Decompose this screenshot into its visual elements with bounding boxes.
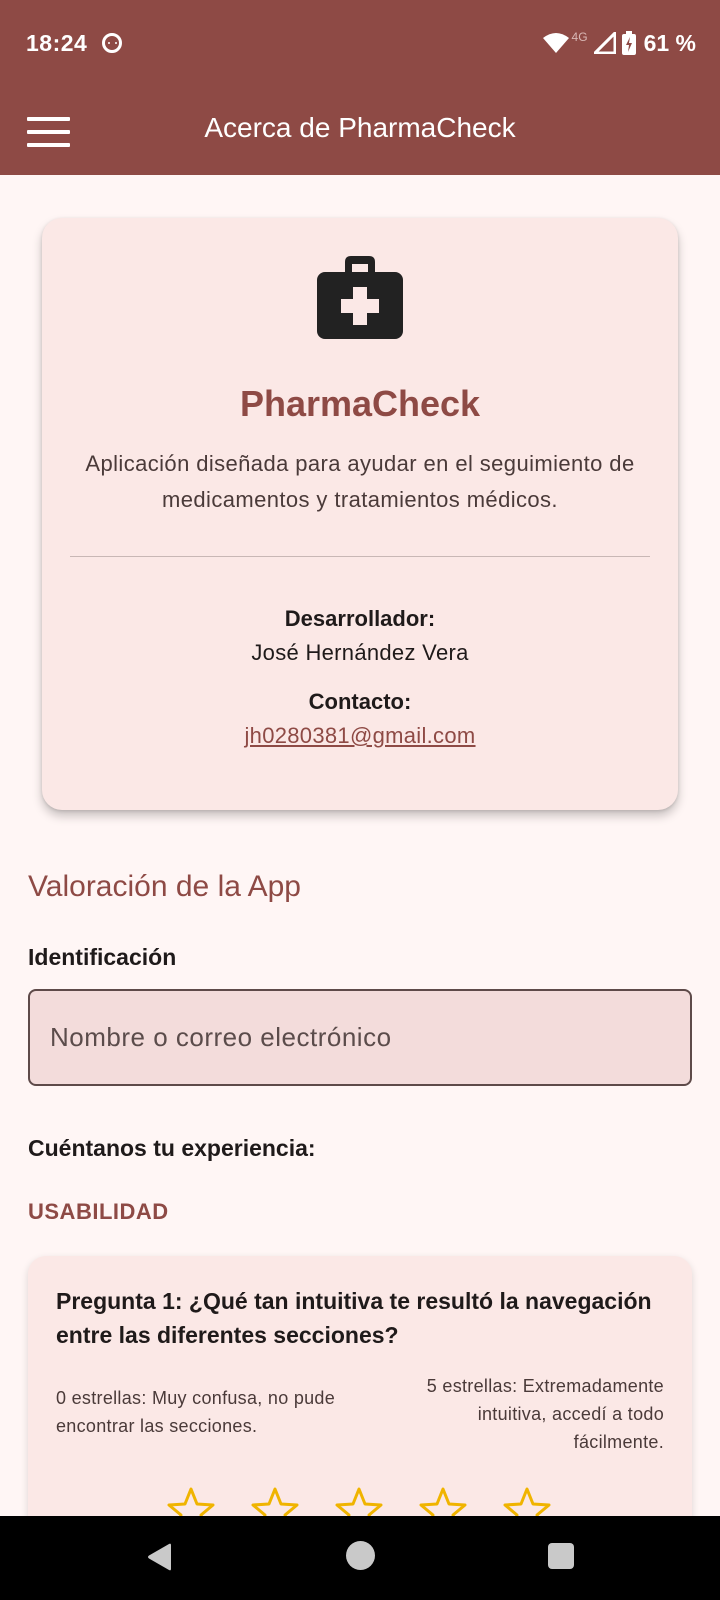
system-nav-bar: [0, 1516, 720, 1600]
battery-charging-icon: [621, 31, 636, 55]
medical-kit-icon: [317, 256, 403, 339]
page-title: Acerca de PharmaCheck: [204, 112, 516, 143]
identification-label: Identificación: [28, 944, 177, 970]
network-type: 4G: [571, 30, 588, 44]
question-text: Pregunta 1: ¿Qué tan intuitiva te result…: [56, 1288, 652, 1348]
status-bar: 18:24 4G 61 %: [0, 0, 720, 88]
divider: [70, 556, 650, 557]
question-card: Pregunta 1: ¿Qué tan intuitiva te result…: [28, 1256, 692, 1536]
about-card: PharmaCheck Aplicación diseñada para ayu…: [42, 218, 678, 810]
app-description: Aplicación diseñada para ayudar en el se…: [85, 451, 635, 512]
home-icon[interactable]: [346, 1541, 375, 1570]
identification-input[interactable]: [28, 989, 692, 1086]
rating-section-title: Valoración de la App: [28, 870, 301, 903]
signal-icon: [593, 32, 616, 54]
scale-max-description: 5 estrellas: Extremadamente intuitiva, a…: [426, 1376, 664, 1452]
developer-label: Desarrollador:: [284, 606, 436, 631]
wifi-icon: [542, 33, 569, 53]
contact-email-link[interactable]: jh0280381@gmail.com: [42, 723, 678, 749]
battery-percentage: 61 %: [643, 29, 696, 56]
about-screen: 18:24 4G 61 % Acerca de PharmaCheck Phar…: [0, 0, 720, 1600]
developer-name: José Hernández Vera: [251, 640, 469, 665]
category-label: USABILIDAD: [28, 1199, 169, 1224]
experience-label: Cuéntanos tu experiencia:: [28, 1135, 316, 1161]
contact-label: Contacto:: [308, 689, 412, 714]
scale-min-description: 0 estrellas: Muy confusa, no pude encont…: [56, 1388, 336, 1436]
status-time: 18:24: [26, 30, 88, 56]
recents-icon[interactable]: [548, 1543, 574, 1569]
status-icons: 4G 61 %: [542, 28, 696, 58]
app-name: PharmaCheck: [239, 383, 481, 424]
app-bar: Acerca de PharmaCheck: [0, 88, 720, 175]
notification-face-icon: [102, 33, 122, 53]
back-icon[interactable]: [145, 1542, 175, 1572]
